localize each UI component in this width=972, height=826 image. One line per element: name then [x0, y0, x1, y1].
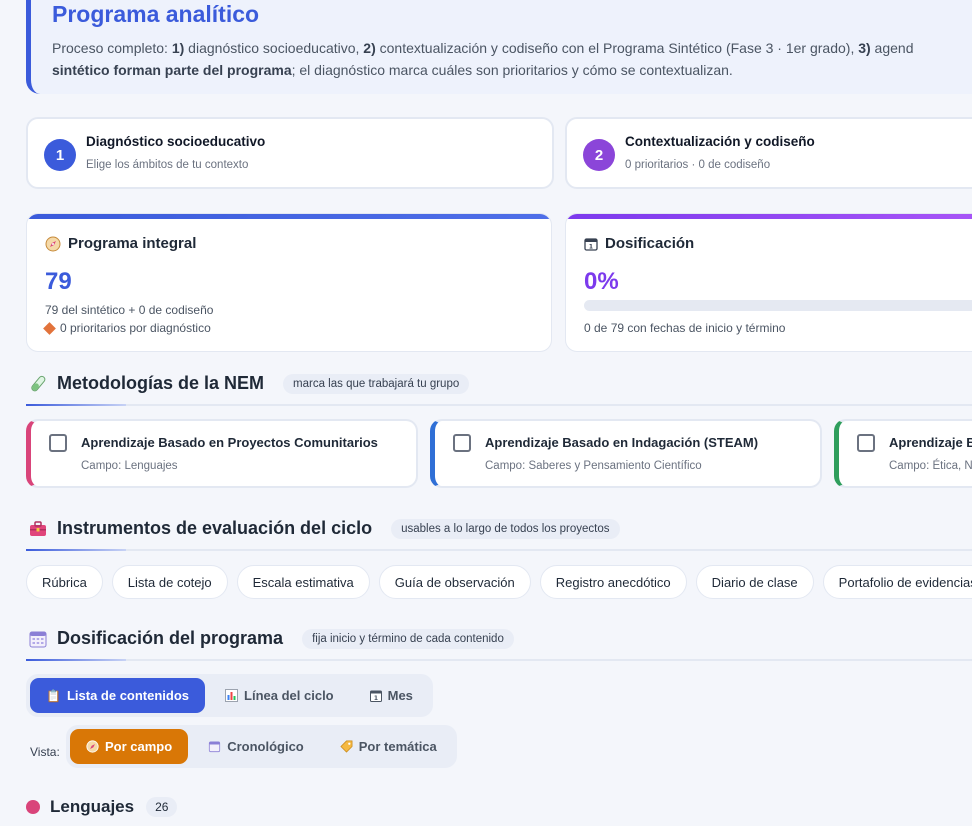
methodology-checkbox[interactable] [49, 434, 67, 452]
step-number-badge: 2 [583, 139, 615, 171]
methodology-card[interactable]: Aprendizaje Basado en Proyectos Comunita… [26, 419, 418, 488]
tab-linea-ciclo[interactable]: Línea del ciclo [209, 678, 350, 713]
section-title: Dosificación del programa [57, 628, 284, 648]
svg-text:1: 1 [374, 695, 378, 702]
section-title: Metodologías de la NEM [57, 373, 265, 393]
toolbox-icon [30, 520, 46, 536]
section-header-metodologias: Metodologías de la NEM marca las que tra… [28, 373, 470, 394]
step-title: Diagnóstico socioeducativo [86, 134, 266, 149]
tab-por-campo[interactable]: Por campo [70, 729, 189, 764]
header-banner: Programa analítico Proceso completo: 1) … [26, 0, 972, 94]
step-title: Contextualización y codiseño [625, 134, 815, 149]
group-header-lenguajes[interactable]: Lenguajes 26 [26, 797, 178, 817]
section-divider [26, 659, 972, 661]
methodology-title: Aprendizaje Basado en Indagación (STEAM) [485, 435, 759, 450]
step-subtitle: 0 prioritarios · 0 de codiseño [625, 159, 771, 171]
tag-icon [340, 740, 353, 753]
section-divider [26, 549, 972, 551]
calendar-icon [29, 631, 47, 647]
compass-icon [86, 740, 99, 753]
methodology-card[interactable]: Aprendizaje B Campo: Ética, Na [834, 419, 972, 488]
tab-cronologico[interactable]: Cronológico [192, 729, 320, 764]
tab-mes[interactable]: 1 Mes [354, 678, 429, 713]
stat-detail: 0 de 79 con fechas de inicio y término [584, 321, 786, 335]
view-mode-tabs: 📋 Lista de contenidos Línea del ciclo 1 … [26, 674, 433, 717]
test-tube-icon [31, 375, 46, 391]
clipboard-icon: 📋 [46, 688, 61, 703]
methodology-card[interactable]: Aprendizaje Basado en Indagación (STEAM)… [430, 419, 822, 488]
grouping-tabs: Por campo Cronológico Por temática [66, 725, 457, 768]
diamond-icon [43, 321, 56, 335]
methodology-field: Campo: Lenguajes [81, 460, 178, 472]
tab-por-tematica[interactable]: Por temática [324, 729, 453, 764]
instrument-chip[interactable]: Portafolio de evidencias [822, 565, 972, 599]
instrument-chip[interactable]: Escala estimativa [236, 565, 370, 599]
stat-title: Dosificación [605, 235, 695, 252]
svg-text:1: 1 [589, 243, 593, 250]
calendar-icon [209, 741, 221, 753]
stat-value: 0% [584, 268, 619, 295]
methodology-field: Campo: Ética, Na [889, 460, 972, 472]
instrument-chip[interactable]: Guía de observación [378, 565, 531, 599]
instrument-chip[interactable]: Lista de cotejo [111, 565, 228, 599]
field-color-dot [26, 800, 40, 814]
stat-card-dosificacion: 1 Dosificación 0% 0 de 79 con fechas de … [565, 213, 972, 352]
methodology-field: Campo: Saberes y Pensamiento Científico [485, 460, 702, 472]
instrument-chip[interactable]: Rúbrica [26, 565, 103, 599]
section-hint-pill: usables a lo largo de todos los proyecto… [391, 518, 620, 539]
step-card-diagnostico[interactable]: 1 Diagnóstico socioeducativo Elige los á… [26, 117, 554, 189]
methodology-title: Aprendizaje B [889, 435, 972, 450]
calendar-icon: 1 [584, 237, 598, 251]
compass-icon [45, 236, 61, 251]
tab-lista-contenidos[interactable]: 📋 Lista de contenidos [30, 678, 206, 713]
instrument-chip[interactable]: Diario de clase [695, 565, 814, 599]
group-title: Lenguajes [50, 797, 135, 816]
step-subtitle: Elige los ámbitos de tu contexto [86, 159, 249, 171]
step-number-badge: 1 [44, 139, 76, 171]
stat-value: 79 [45, 268, 72, 295]
section-divider [26, 404, 972, 406]
section-header-dosificacion: Dosificación del programa fija inicio y … [28, 628, 514, 649]
section-hint-pill: fija inicio y término de cada contenido [302, 628, 514, 649]
methodology-checkbox[interactable] [857, 434, 875, 452]
group-count-badge: 26 [146, 797, 178, 817]
stat-card-programa-integral: Programa integral 79 79 del sintético + … [26, 213, 552, 352]
stat-title: Programa integral [68, 235, 197, 252]
vista-label: Vista: [30, 745, 60, 759]
instrument-chip[interactable]: Registro anecdótico [539, 565, 687, 599]
stat-detail: 79 del sintético + 0 de codiseño [45, 303, 214, 317]
section-title: Instrumentos de evaluación del ciclo [57, 518, 373, 538]
methodology-checkbox[interactable] [453, 434, 471, 452]
instrument-chip-list: Rúbrica Lista de cotejo Escala estimativ… [26, 565, 972, 599]
page-title: Programa analítico [52, 1, 260, 27]
section-header-instrumentos: Instrumentos de evaluación del ciclo usa… [28, 518, 620, 539]
page-description: Proceso completo: 1) diagnóstico socioed… [52, 40, 914, 78]
card-accent-bar [566, 214, 972, 219]
calendar-day-icon: 1 [369, 690, 382, 702]
stat-priority-detail: 0 prioritarios por diagnóstico [60, 321, 211, 335]
step-card-contextualizacion[interactable]: 2 Contextualización y codiseño 0 priorit… [565, 117, 972, 189]
bar-chart-icon [225, 689, 239, 702]
methodology-title: Aprendizaje Basado en Proyectos Comunita… [81, 435, 378, 450]
section-hint-pill: marca las que trabajará tu grupo [283, 373, 470, 394]
dosificacion-progress-bar [584, 300, 972, 311]
card-accent-bar [27, 214, 551, 219]
